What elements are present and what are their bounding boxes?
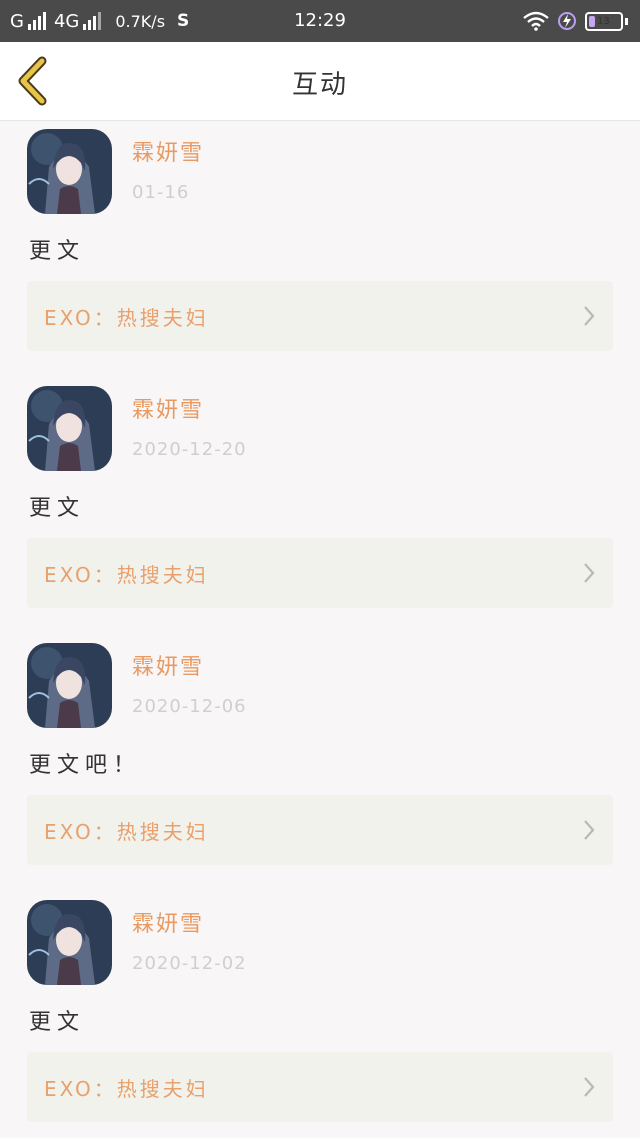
- book-link[interactable]: EXO：热搜夫妇: [27, 795, 613, 865]
- page-title: 互动: [291, 70, 348, 100]
- nav-bar: 互动: [0, 42, 640, 121]
- post-date: 2020-12-02: [132, 953, 247, 974]
- username[interactable]: 霖妍雪: [132, 135, 204, 167]
- interaction-feed[interactable]: 霖妍雪 01-16 更文 EXO：热搜夫妇 霖妍雪 2020-12-20 更文 …: [0, 121, 640, 1138]
- avatar-image: [27, 643, 112, 728]
- feed-item: 霖妍雪 2020-12-20 更文 EXO：热搜夫妇: [0, 368, 640, 625]
- post-date: 2020-12-06: [132, 696, 247, 717]
- username[interactable]: 霖妍雪: [132, 392, 204, 424]
- post-date: 2020-12-20: [132, 439, 247, 460]
- status-right: 13: [523, 9, 628, 33]
- battery-level: 13: [597, 15, 610, 27]
- chevron-right-icon: [584, 563, 595, 583]
- feed-item: 霖妍雪 2020-12-02 更文 EXO：热搜夫妇: [0, 882, 640, 1138]
- avatar-image: [27, 386, 112, 471]
- book-title: EXO：热搜夫妇: [44, 306, 209, 330]
- book-title: EXO：热搜夫妇: [44, 563, 209, 587]
- battery-tip: [625, 17, 628, 25]
- book-link[interactable]: EXO：热搜夫妇: [27, 538, 613, 608]
- feed-item: 霖妍雪 01-16 更文 EXO：热搜夫妇: [0, 121, 640, 368]
- book-link[interactable]: EXO：热搜夫妇: [27, 281, 613, 351]
- post-date: 01-16: [132, 182, 190, 203]
- status-bar: G 4G 0.7K/s S 12:29 13: [0, 0, 640, 42]
- username[interactable]: 霖妍雪: [132, 649, 204, 681]
- username[interactable]: 霖妍雪: [132, 906, 204, 938]
- chevron-right-icon: [584, 306, 595, 326]
- wifi-icon: [523, 11, 549, 31]
- avatar[interactable]: [27, 643, 112, 728]
- avatar-image: [27, 900, 112, 985]
- avatar-image: [27, 129, 112, 214]
- post-content: 更文: [29, 239, 86, 264]
- charging-icon: [558, 12, 576, 30]
- avatar[interactable]: [27, 900, 112, 985]
- avatar[interactable]: [27, 386, 112, 471]
- avatar[interactable]: [27, 129, 112, 214]
- chevron-right-icon: [584, 1077, 595, 1097]
- battery-icon: 13: [585, 11, 623, 31]
- post-content: 更文吧！: [29, 753, 142, 778]
- chevron-right-icon: [584, 820, 595, 840]
- battery-fill: [589, 15, 595, 27]
- post-content: 更文: [29, 1010, 86, 1035]
- feed-item: 霖妍雪 2020-12-06 更文吧！ EXO：热搜夫妇: [0, 625, 640, 882]
- book-title: EXO：热搜夫妇: [44, 1077, 209, 1101]
- book-title: EXO：热搜夫妇: [44, 820, 209, 844]
- book-link[interactable]: EXO：热搜夫妇: [27, 1052, 613, 1122]
- post-content: 更文: [29, 496, 86, 521]
